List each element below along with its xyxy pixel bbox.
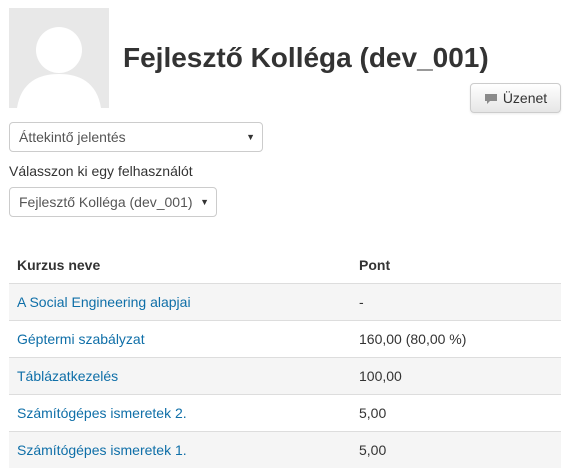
message-button-label: Üzenet xyxy=(502,90,548,106)
table-row: Számítógépes ismeretek 2. 5,00 xyxy=(9,394,561,432)
grade-cell: 5,00 xyxy=(351,431,561,468)
course-link[interactable]: A Social Engineering alapjai xyxy=(17,294,191,310)
user-select-label: Válasszon ki egy felhasználót xyxy=(9,163,193,179)
grade-cell: 100,00 xyxy=(351,357,561,395)
default-user-avatar-icon xyxy=(9,8,109,108)
table-header-row: Kurzus neve Pont xyxy=(9,246,561,284)
grade-cell: 5,00 xyxy=(351,394,561,432)
grades-table: Kurzus neve Pont A Social Engineering al… xyxy=(9,246,561,468)
table-row: Géptermi szabályzat 160,00 (80,00 %) xyxy=(9,320,561,358)
course-link[interactable]: Géptermi szabályzat xyxy=(17,331,145,347)
table-row: Táblázatkezelés 100,00 xyxy=(9,357,561,395)
message-button[interactable]: Üzenet xyxy=(470,83,561,113)
caret-down-icon: ▼ xyxy=(200,197,209,207)
course-link[interactable]: Számítógépes ismeretek 2. xyxy=(17,405,187,421)
report-type-selected-value: Áttekintő jelentés xyxy=(19,129,126,145)
speech-bubble-icon xyxy=(484,92,498,104)
user-full-name: Fejlesztő Kolléga (dev_001) xyxy=(123,42,489,73)
grade-cell: - xyxy=(351,283,561,321)
user-avatar xyxy=(9,8,109,108)
report-type-select[interactable]: Áttekintő jelentés ▼ xyxy=(9,122,263,152)
table-row: A Social Engineering alapjai - xyxy=(9,283,561,321)
user-select-selected-value: Fejlesztő Kolléga (dev_001) xyxy=(19,194,193,210)
user-select[interactable]: Fejlesztő Kolléga (dev_001) ▼ xyxy=(9,187,217,217)
course-link[interactable]: Táblázatkezelés xyxy=(17,368,118,384)
caret-down-icon: ▼ xyxy=(246,132,255,142)
table-row: Számítógépes ismeretek 1. 5,00 xyxy=(9,431,561,468)
column-header-course-name: Kurzus neve xyxy=(9,246,351,284)
course-link[interactable]: Számítógépes ismeretek 1. xyxy=(17,442,187,458)
grade-cell: 160,00 (80,00 %) xyxy=(351,320,561,358)
user-grade-overview-page: Fejlesztő Kolléga (dev_001) Üzenet Áttek… xyxy=(0,0,572,475)
column-header-grade: Pont xyxy=(351,246,561,284)
